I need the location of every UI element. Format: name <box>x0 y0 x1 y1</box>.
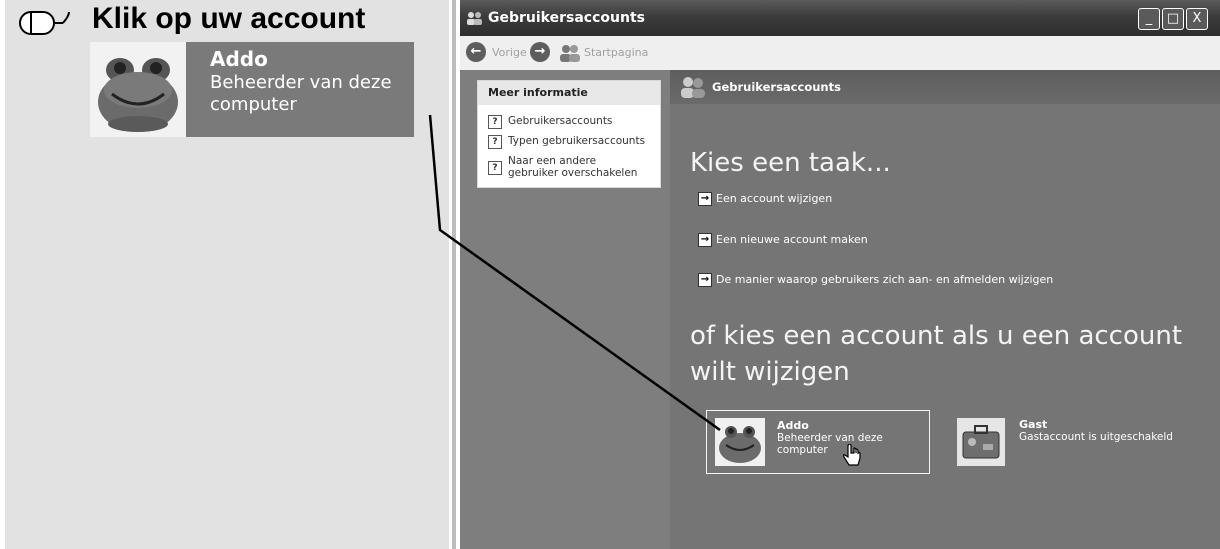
callout-account-description: Beheerder van deze computer <box>210 72 392 115</box>
arrow-right-icon: → <box>698 192 712 206</box>
users-icon <box>560 45 580 62</box>
account-card-gast[interactable]: Gast Gastaccount is uitgeschakeld <box>957 410 1207 472</box>
help-icon: ? <box>488 115 502 129</box>
main-header: Gebruikersaccounts <box>670 70 1220 104</box>
back-button[interactable]: Vorige <box>492 46 527 59</box>
callout-account-name: Addo <box>210 47 268 71</box>
back-arrow-icon[interactable]: ← <box>466 42 486 62</box>
account-card-addo[interactable]: Addo Beheerder van deze computer <box>706 410 930 474</box>
users-icon <box>467 12 482 25</box>
user-accounts-window: Gebruikersaccounts _ □ X ← Vorige → Star… <box>460 0 1220 549</box>
mouse-icon <box>19 11 70 35</box>
arrow-right-icon: → <box>698 273 712 287</box>
account-heading: of kies een account als u een account wi… <box>690 321 1183 387</box>
toolbar: ← Vorige → Startpagina <box>460 36 1220 71</box>
account-name: Gast <box>1019 418 1048 431</box>
close-button[interactable]: X <box>1186 8 1208 30</box>
task-heading: Kies een taak... <box>690 148 891 178</box>
frog-avatar-icon <box>715 418 765 466</box>
account-name: Addo <box>777 419 809 432</box>
forward-arrow-icon[interactable]: → <box>530 42 550 62</box>
step-title: Klik op uw account <box>92 2 366 35</box>
help-icon: ? <box>488 135 502 149</box>
minimize-button[interactable]: _ <box>1138 8 1160 30</box>
main-header-title: Gebruikersaccounts <box>712 80 841 94</box>
suitcase-avatar-icon <box>957 418 1005 466</box>
window-title: Gebruikersaccounts <box>488 10 645 26</box>
users-icon <box>681 77 705 98</box>
hand-cursor-icon <box>843 444 861 466</box>
frog-avatar-icon <box>90 42 186 137</box>
account-description: Gastaccount is uitgeschakeld <box>1019 431 1173 443</box>
title-bar: Gebruikersaccounts _ □ X <box>460 0 1220 36</box>
help-icon: ? <box>488 161 502 175</box>
more-info-box: Meer informatie ? Gebruikersaccounts ? T… <box>477 80 661 188</box>
home-button[interactable]: Startpagina <box>584 46 648 59</box>
arrow-right-icon: → <box>698 233 712 247</box>
account-callout: Addo Beheerder van deze computer <box>90 42 414 137</box>
more-info-header: Meer informatie <box>478 81 660 105</box>
maximize-button[interactable]: □ <box>1162 8 1184 30</box>
